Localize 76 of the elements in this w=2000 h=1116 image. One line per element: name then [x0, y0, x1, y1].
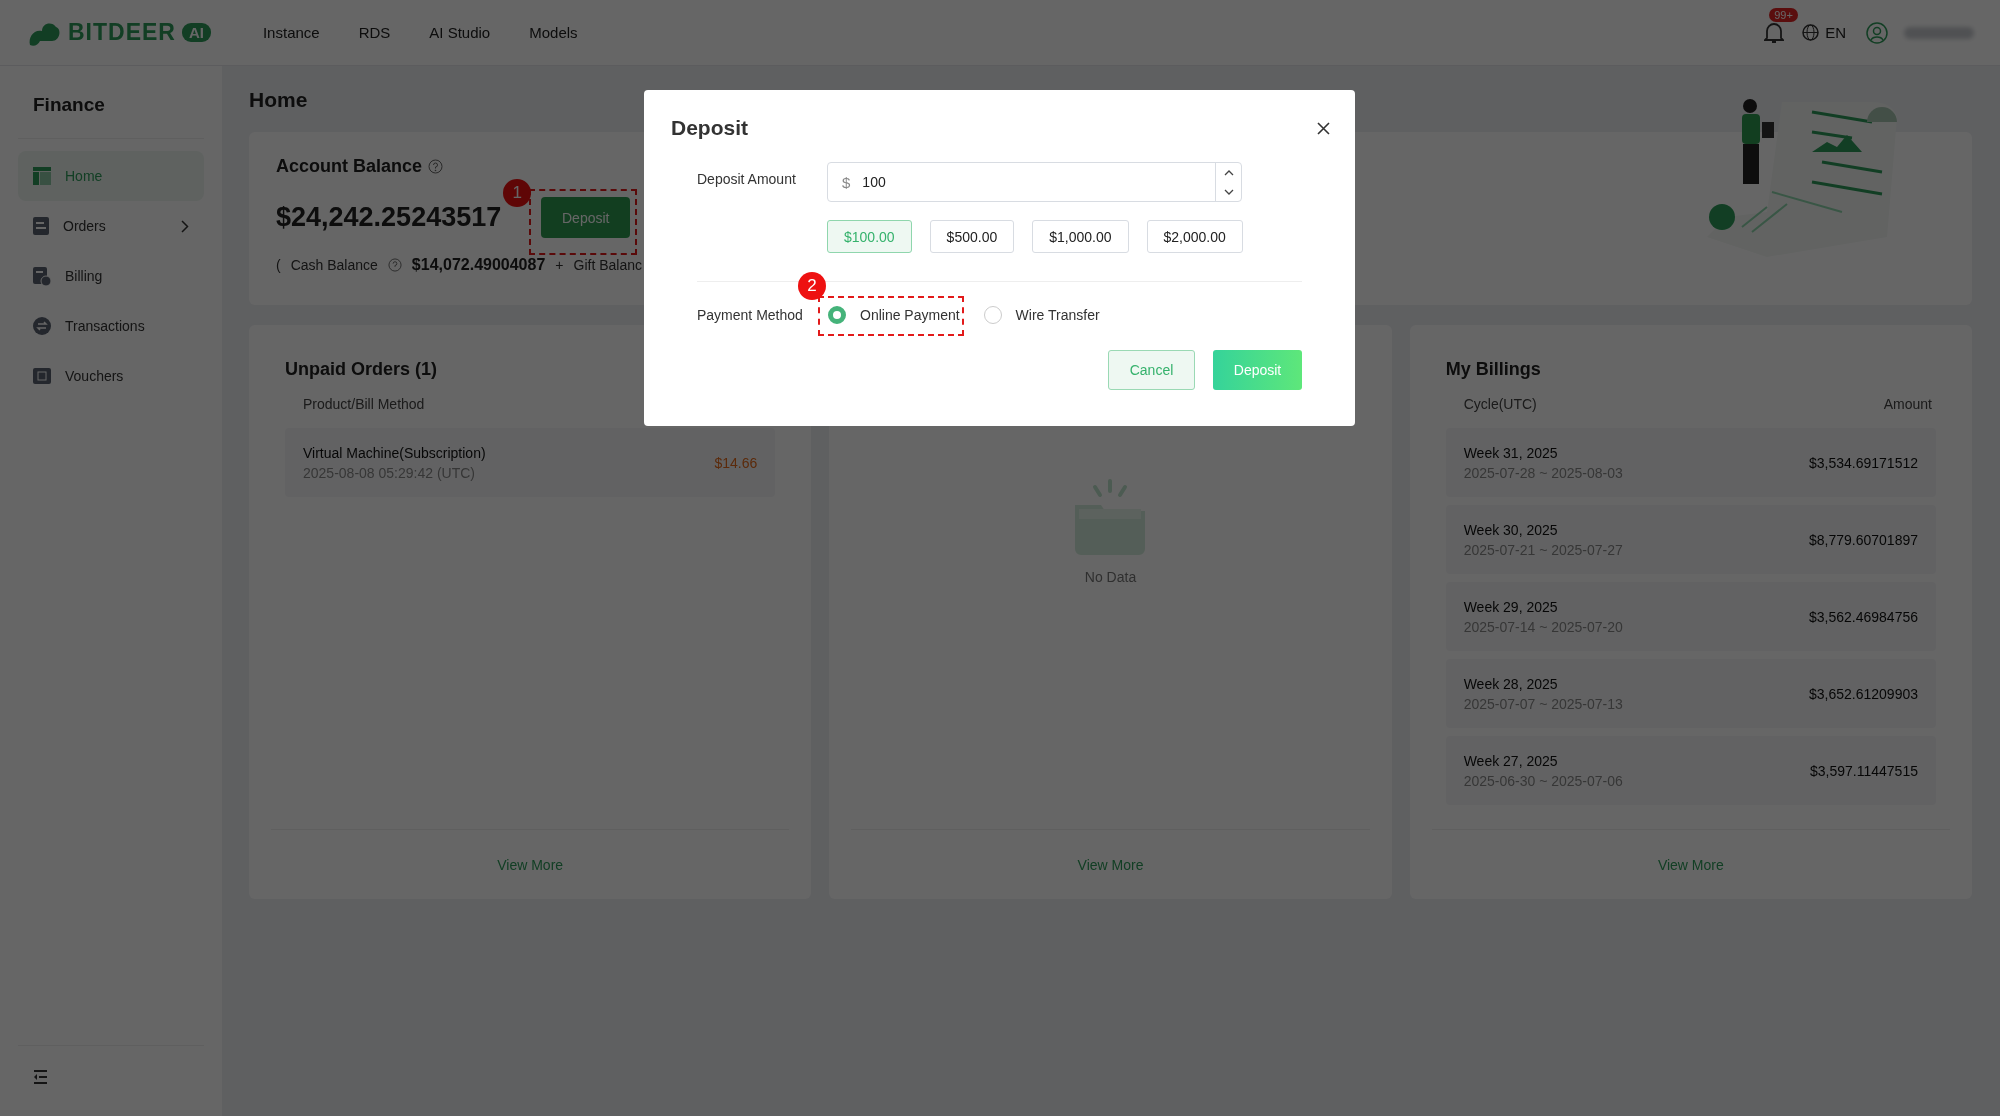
deposit-button[interactable]: Deposit — [1213, 350, 1302, 390]
exchange-icon — [33, 317, 51, 335]
billing-week: Week 29, 2025 — [1463, 598, 1559, 615]
dialog-title: Deposit — [671, 116, 748, 140]
amount-preset[interactable]: $500.00 — [929, 220, 1015, 253]
cash-amount: $14,072.49004087 — [411, 256, 546, 274]
step-number-badge: 2 — [798, 272, 826, 300]
order-name: Virtual Machine(Subscription) — [303, 444, 486, 461]
billing-week: Week 31, 2025 — [1463, 444, 1559, 461]
billing-week: Week 27, 2025 — [1463, 752, 1559, 769]
billing-amount: $3,562.46984756 — [1809, 608, 1918, 625]
chevron-right-icon — [181, 219, 189, 233]
document-icon — [33, 217, 49, 235]
nav-link[interactable]: AI Studio — [429, 24, 491, 41]
field-label: Deposit Amount — [697, 170, 797, 189]
amount-preset[interactable]: $2,000.00 — [1146, 220, 1243, 253]
logo-text: BITDEER — [68, 19, 176, 46]
decrement-icon[interactable] — [1223, 188, 1234, 195]
nav-link[interactable]: Instance — [262, 24, 320, 41]
help-icon — [387, 258, 402, 272]
card-title: My Billings — [1445, 359, 1542, 380]
cancel-button[interactable]: Cancel — [1108, 350, 1195, 390]
page-title: Home — [249, 88, 309, 112]
card-title: Account Balance — [276, 156, 423, 177]
column-header: Product/Bill Method — [303, 396, 425, 412]
notification-badge: 99+ — [1769, 7, 1798, 22]
gift-label: Gift Balanc — [573, 257, 642, 273]
sidebar-title: Finance — [18, 94, 204, 139]
amount-value: 100 — [862, 174, 887, 190]
billing-amount: $3,597.11447515 — [1810, 762, 1918, 779]
user-avatar-icon[interactable] — [1866, 21, 1888, 44]
nav-link[interactable]: Models — [529, 24, 578, 41]
field-label: Payment Method — [697, 307, 804, 323]
help-icon — [428, 159, 444, 174]
globe-icon — [1802, 24, 1820, 41]
column-header: Cycle(UTC) — [1463, 396, 1537, 412]
billing-amount: $3,534.69171512 — [1809, 454, 1918, 471]
deposit-button[interactable]: Deposit — [541, 197, 631, 238]
currency-symbol: $ — [841, 173, 852, 191]
order-amount: $14.66 — [714, 454, 758, 471]
invoice-icon — [33, 266, 51, 286]
view-more-link[interactable]: View More — [1077, 856, 1144, 873]
bracket: ( — [276, 257, 281, 273]
voucher-icon — [33, 368, 51, 384]
billing-week: Week 28, 2025 — [1463, 675, 1559, 692]
billing-week: Week 30, 2025 — [1463, 521, 1559, 538]
bell-icon[interactable] — [1764, 21, 1785, 44]
plus-sign: + — [555, 257, 564, 273]
sidebar-item[interactable]: Orders — [18, 201, 204, 251]
amount-preset[interactable]: $1,000.00 — [1032, 220, 1129, 253]
billing-amount: $8,779.60701897 — [1809, 531, 1918, 548]
sidebar-item[interactable]: Home — [18, 151, 204, 201]
card-title: Unpaid Orders (1) — [285, 359, 439, 380]
payment-option[interactable]: Wire Transfer — [979, 298, 1104, 332]
column-header: Amount — [1883, 396, 1932, 412]
sidebar-item[interactable]: Transactions — [18, 301, 204, 351]
amount-preset[interactable]: $100.00 — [827, 220, 912, 253]
logo-badge: AI — [181, 23, 211, 42]
view-more-link[interactable]: View More — [497, 856, 564, 873]
billing-amount: $3,652.61209903 — [1809, 685, 1918, 702]
amount-input[interactable]: $ 100 — [827, 162, 1242, 202]
balance-amount: $24,242.25243517 — [276, 202, 502, 233]
view-more-link[interactable]: View More — [1657, 856, 1724, 873]
language-selector[interactable]: EN — [1825, 24, 1846, 41]
option-label: Online Payment — [860, 307, 960, 323]
radio-button[interactable] — [828, 306, 846, 324]
layout-icon — [33, 167, 51, 185]
collapse-menu-icon[interactable] — [33, 1070, 48, 1084]
sidebar-item[interactable]: Vouchers — [18, 351, 204, 401]
step-number-badge: 1 — [503, 179, 532, 207]
nav-link[interactable]: RDS — [358, 24, 391, 41]
increment-icon[interactable] — [1223, 169, 1234, 176]
close-icon[interactable] — [1317, 121, 1330, 135]
cash-label: Cash Balance — [290, 257, 378, 273]
option-label: Wire Transfer — [1015, 307, 1100, 323]
sidebar-item[interactable]: Billing — [18, 251, 204, 301]
